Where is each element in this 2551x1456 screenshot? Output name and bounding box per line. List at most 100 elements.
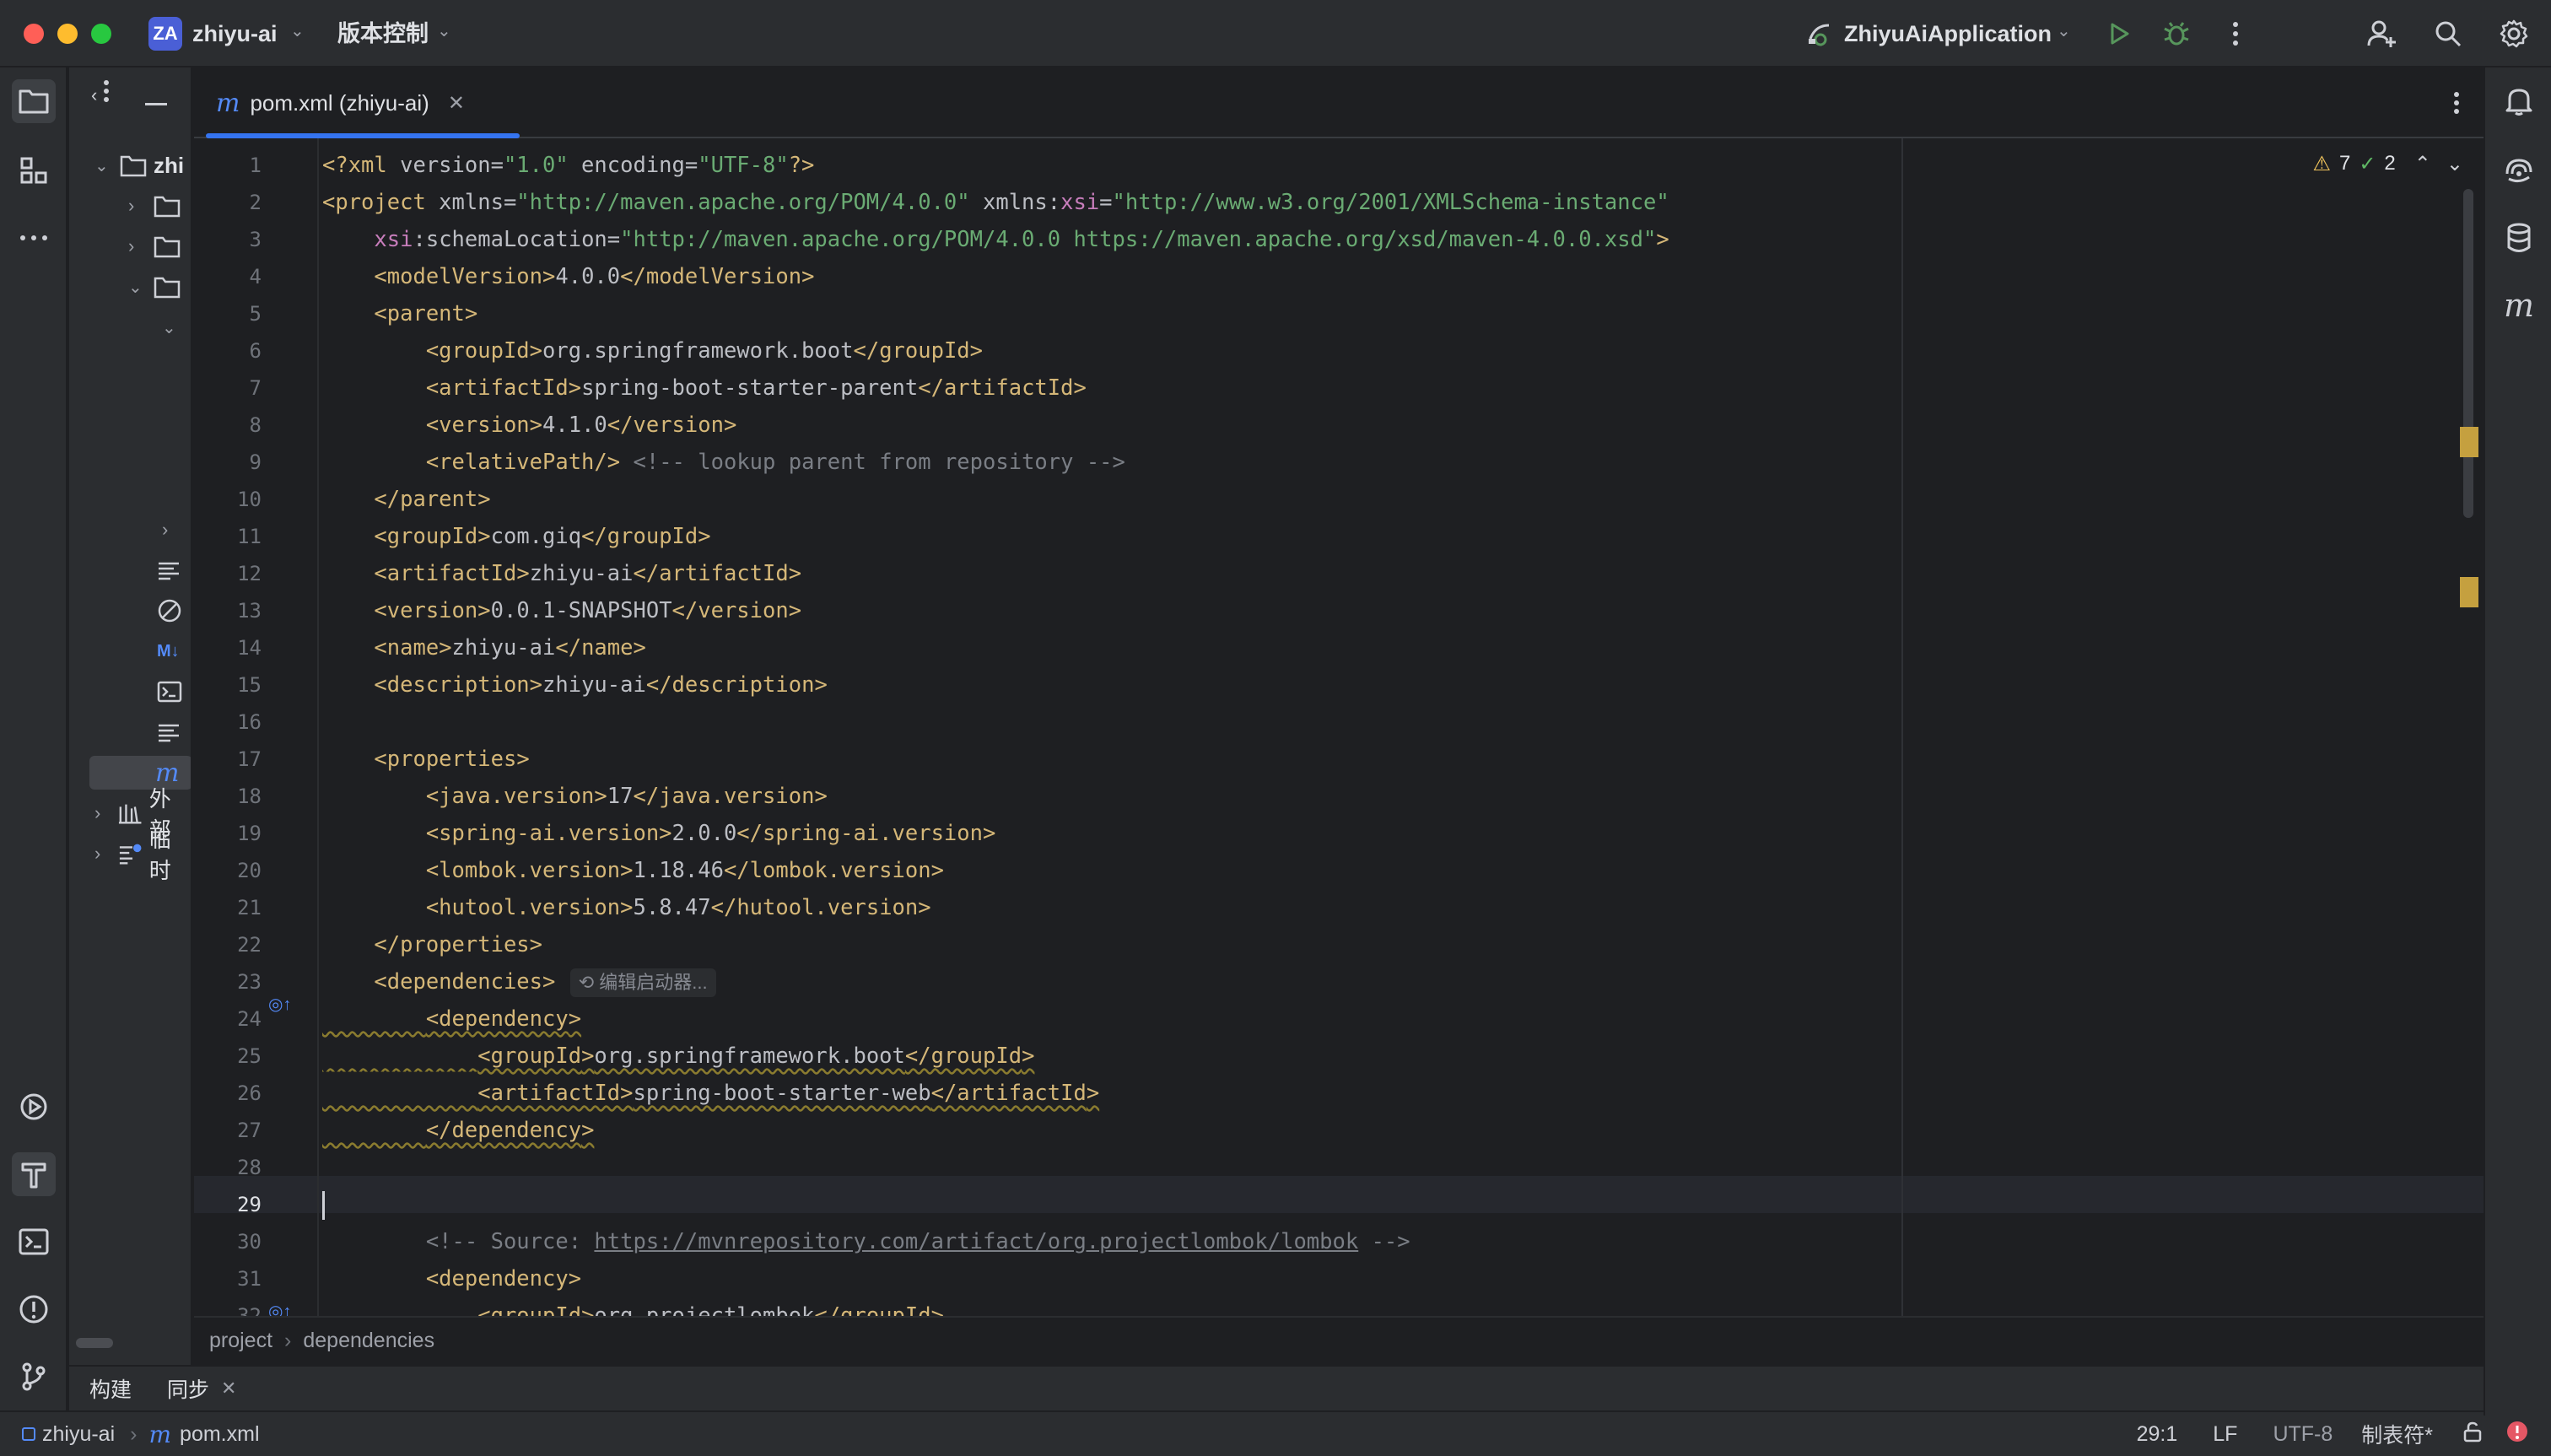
text-file-icon[interactable] xyxy=(157,715,181,749)
line-number[interactable]: 22 xyxy=(194,933,262,957)
line-number[interactable]: 6 xyxy=(194,339,262,363)
ai-assistant-icon[interactable] xyxy=(2497,148,2541,192)
caret-position[interactable]: 29:1 xyxy=(2137,1422,2178,1447)
code-line[interactable]: <project xmlns="http://maven.apache.org/… xyxy=(322,184,1669,221)
line-number[interactable]: 21 xyxy=(194,896,262,919)
status-file[interactable]: pom.xml xyxy=(180,1422,259,1447)
code-line[interactable]: </dependency> xyxy=(322,1112,595,1149)
file-encoding[interactable]: UTF-8 xyxy=(2273,1422,2333,1447)
terminal-tool-icon[interactable] xyxy=(12,1220,56,1264)
line-number[interactable]: 11 xyxy=(194,525,262,548)
line-number[interactable]: 14 xyxy=(194,636,262,660)
lock-icon[interactable] xyxy=(2462,1421,2484,1448)
code-editor[interactable]: ⚠ 7 ✓ 2 ⌃ ⌄ 1 2 3 4 5 6 7 8 9 10 11 12 13 14 15 16 17 18 1… xyxy=(194,138,2484,1316)
code-line[interactable]: <java.version>17</java.version> xyxy=(322,778,828,815)
code-line[interactable]: <artifactId>spring-boot-starter-web</art… xyxy=(322,1075,1099,1112)
project-tool-button[interactable] xyxy=(12,79,56,123)
warning-stripe-marker[interactable] xyxy=(2460,427,2478,457)
code-line[interactable]: <modelVersion>4.0.0</modelVersion> xyxy=(322,258,814,295)
line-number[interactable]: 13 xyxy=(194,599,262,623)
code-line[interactable]: <dependency> xyxy=(322,1260,581,1297)
code-line[interactable]: <groupId>org.projectlombok</groupId> xyxy=(322,1297,944,1316)
code-line[interactable]: <properties> xyxy=(322,741,529,778)
tab-build[interactable]: 构建 xyxy=(89,1373,132,1404)
breadcrumb-item[interactable]: dependencies xyxy=(303,1329,434,1353)
tree-folder[interactable]: ⌄ xyxy=(128,270,181,304)
line-number[interactable]: 32 xyxy=(194,1304,262,1316)
add-user-icon[interactable] xyxy=(2364,15,2401,52)
line-number[interactable]: 7 xyxy=(194,376,262,400)
panel-options-icon[interactable] xyxy=(103,79,110,107)
tree-folder[interactable]: › xyxy=(128,189,181,223)
project-badge[interactable]: ZA xyxy=(148,17,182,51)
line-number[interactable]: 12 xyxy=(194,562,262,585)
code-line[interactable]: <artifactId>zhiyu-ai</artifactId> xyxy=(322,555,801,592)
line-number[interactable]: 18 xyxy=(194,785,262,808)
tree-root-zhiyu-ai[interactable]: ⌄ zhi xyxy=(94,148,184,182)
code-line[interactable]: <dependency> xyxy=(322,1000,581,1038)
line-separator[interactable]: LF xyxy=(2213,1422,2237,1447)
warning-stripe-marker[interactable] xyxy=(2460,577,2478,607)
line-number[interactable]: 25 xyxy=(194,1044,262,1068)
minimize-window-button[interactable] xyxy=(57,24,78,44)
code-line[interactable]: <parent> xyxy=(322,295,477,332)
collapse-panel-icon[interactable]: ‹ xyxy=(91,84,97,106)
code-line[interactable]: <name>zhiyu-ai</name> xyxy=(322,629,645,666)
search-icon[interactable] xyxy=(2430,15,2467,52)
line-number[interactable]: 20 xyxy=(194,859,262,882)
indent-setting[interactable]: 制表符* xyxy=(2361,1419,2433,1449)
chevron-down-icon[interactable]: ⌄ xyxy=(437,20,451,41)
implemented-gutter-icon[interactable]: ◎↑ xyxy=(268,994,291,1015)
code-line[interactable]: <spring-ai.version>2.0.0</spring-ai.vers… xyxy=(322,815,996,852)
code-line[interactable]: </properties> xyxy=(322,926,542,963)
code-line[interactable]: <dependencies> ⟲ 编辑启动器... xyxy=(322,963,716,1000)
line-number[interactable]: 5 xyxy=(194,302,262,326)
line-number[interactable]: 2 xyxy=(194,191,262,214)
line-number[interactable]: 3 xyxy=(194,228,262,251)
markdown-file-icon[interactable]: M↓ xyxy=(157,634,180,668)
line-number[interactable]: 30 xyxy=(194,1230,262,1254)
code-line[interactable]: <hutool.version>5.8.47</hutool.version> xyxy=(322,889,931,926)
line-number[interactable]: 19 xyxy=(194,822,262,845)
line-number[interactable]: 8 xyxy=(194,413,262,437)
code-line[interactable]: <!-- Source: https://mvnrepository.com/a… xyxy=(322,1223,1410,1260)
status-project[interactable]: zhiyu-ai xyxy=(42,1422,115,1447)
tree-folder[interactable]: › xyxy=(128,229,181,263)
code-line[interactable]: <groupId>org.springframework.boot</group… xyxy=(322,1038,1034,1075)
line-number[interactable]: 31 xyxy=(194,1267,262,1291)
line-number[interactable]: 28 xyxy=(194,1156,262,1179)
implemented-gutter-icon[interactable]: ◎↑ xyxy=(268,1301,291,1316)
breadcrumb-item[interactable]: project xyxy=(209,1329,272,1353)
line-number[interactable]: 24 xyxy=(194,1007,262,1031)
chevron-down-icon[interactable]: ⌄ xyxy=(2057,20,2071,41)
horizontal-scrollbar[interactable] xyxy=(76,1338,113,1348)
code-line[interactable]: <version>0.0.1-SNAPSHOT</version> xyxy=(322,592,801,629)
notifications-bell-icon[interactable] xyxy=(2497,79,2541,123)
shell-file-icon[interactable] xyxy=(157,675,182,709)
git-tool-icon[interactable] xyxy=(12,1355,56,1399)
tree-node[interactable]: › xyxy=(162,513,168,547)
code-line[interactable]: <description>zhiyu-ai</description> xyxy=(322,666,827,704)
vertical-scrollbar[interactable] xyxy=(2463,189,2473,518)
database-icon[interactable] xyxy=(2497,216,2541,260)
tree-node[interactable]: ⌄ xyxy=(162,310,176,344)
more-actions-icon[interactable] xyxy=(2217,15,2254,52)
build-tool-icon[interactable] xyxy=(12,1152,56,1196)
line-number[interactable]: 16 xyxy=(194,710,262,734)
problems-tool-icon[interactable] xyxy=(12,1287,56,1331)
code-line[interactable]: </parent> xyxy=(322,481,490,518)
tab-actions-icon[interactable] xyxy=(2453,91,2460,119)
code-line[interactable] xyxy=(322,1186,325,1223)
services-tool-icon[interactable] xyxy=(12,1085,56,1129)
project-selector[interactable]: zhiyu-ai xyxy=(192,20,278,47)
line-number[interactable]: 29 xyxy=(194,1193,262,1216)
maximize-window-button[interactable] xyxy=(91,24,111,44)
edit-starters-hint[interactable]: ⟲ 编辑启动器... xyxy=(569,968,716,997)
line-number[interactable]: 9 xyxy=(194,450,262,474)
line-number[interactable]: 23 xyxy=(194,970,262,994)
code-line[interactable]: <version>4.1.0</version> xyxy=(322,407,736,444)
debug-icon[interactable] xyxy=(2158,15,2195,52)
structure-tool-icon[interactable] xyxy=(12,148,56,192)
line-number[interactable]: 27 xyxy=(194,1119,262,1142)
ignore-file-icon[interactable] xyxy=(157,594,182,628)
